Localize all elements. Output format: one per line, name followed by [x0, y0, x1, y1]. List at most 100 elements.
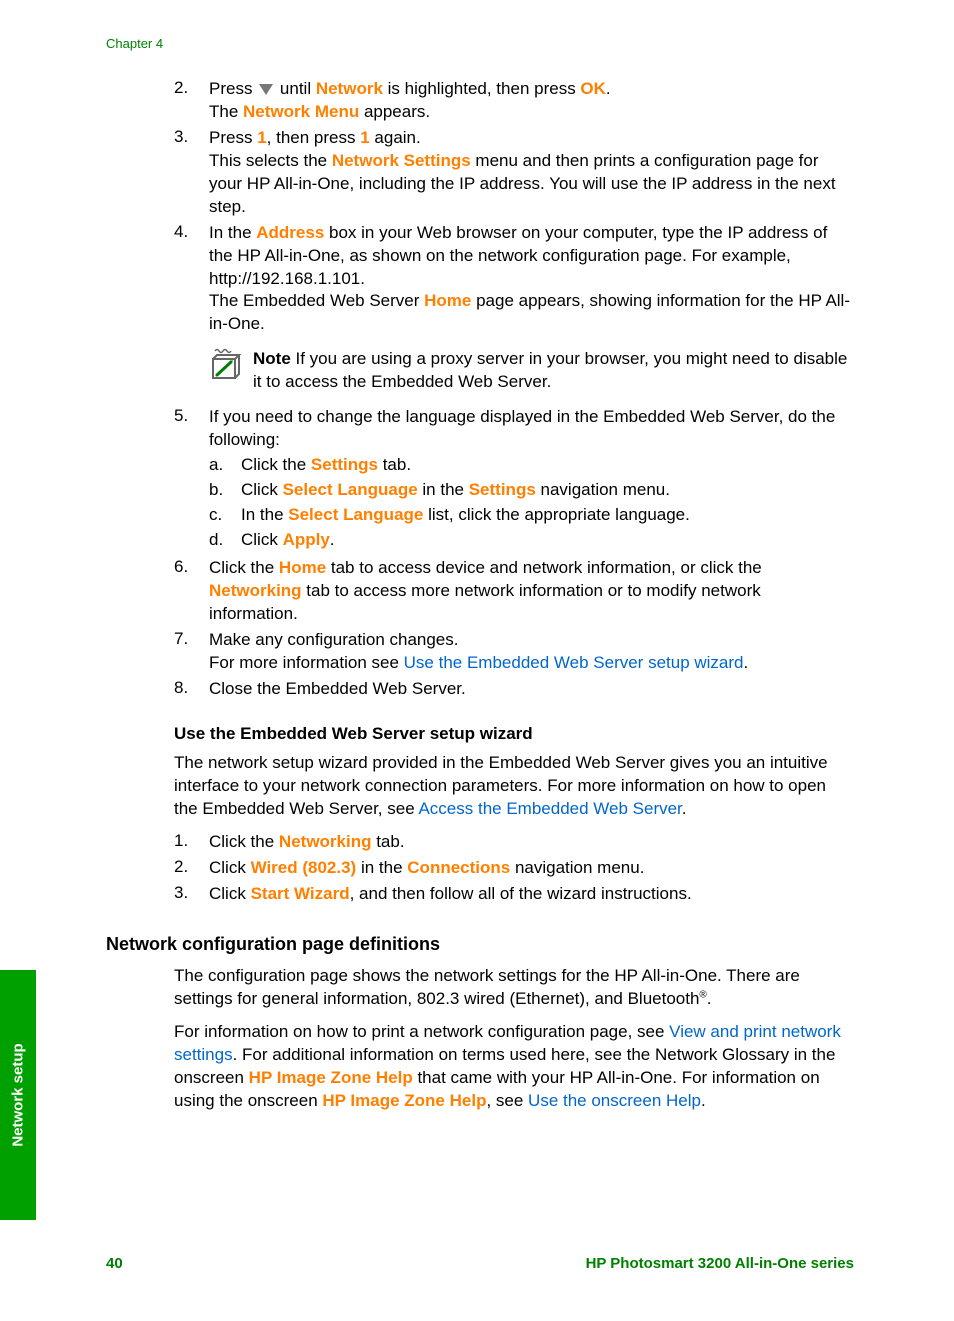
note-label: Note [253, 349, 291, 368]
side-tab: Network setup [0, 970, 36, 1220]
step-3: 3. Press 1, then press 1 again. This sel… [174, 127, 854, 219]
text: For information on how to print a networ… [174, 1022, 669, 1041]
text: , then press [267, 128, 361, 147]
substep-letter: a. [209, 454, 241, 477]
registered-mark: ® [699, 989, 706, 1000]
substep-a: a. Click the Settings tab. [209, 454, 854, 477]
substep-body: Click the Settings tab. [241, 454, 411, 477]
paragraph: The configuration page shows the network… [174, 965, 854, 1011]
substep-letter: c. [209, 504, 241, 527]
step-body: Make any configuration changes. For more… [209, 629, 854, 675]
substep-d: d. Click Apply. [209, 529, 854, 552]
text: This selects the [209, 151, 332, 170]
settings-keyword: Settings [311, 455, 378, 474]
substep-c: c. In the Select Language list, click th… [209, 504, 854, 527]
substep-body: In the Select Language list, click the a… [241, 504, 690, 527]
step-body: Click the Networking tab. [209, 831, 854, 854]
text: . [682, 799, 687, 818]
product-name: HP Photosmart 3200 All-in-One series [586, 1255, 854, 1272]
networking-keyword: Networking [209, 581, 302, 600]
text: tab. [371, 832, 404, 851]
start-wizard-keyword: Start Wizard [251, 884, 350, 903]
text: . [744, 653, 749, 672]
text: . [606, 79, 611, 98]
text: Click the [241, 455, 311, 474]
hp-image-zone-help-keyword: HP Image Zone Help [249, 1068, 413, 1087]
side-tab-label: Network setup [10, 1043, 27, 1146]
section-heading: Network configuration page definitions [106, 934, 854, 955]
substep-body: Click Select Language in the Settings na… [241, 479, 670, 502]
step-body: If you need to change the language displ… [209, 406, 854, 554]
step-body: Click the Home tab to access device and … [209, 557, 854, 626]
text: navigation menu. [510, 858, 644, 877]
substep-letter: d. [209, 529, 241, 552]
paragraph: The network setup wizard provided in the… [174, 752, 854, 821]
use-onscreen-help-link[interactable]: Use the onscreen Help [528, 1091, 701, 1110]
step-number: 3. [174, 883, 209, 906]
step-number: 7. [174, 629, 209, 675]
wired-keyword: Wired (802.3) [251, 858, 357, 877]
text: In the [209, 223, 256, 242]
text: appears. [359, 102, 430, 121]
step-8: 8. Close the Embedded Web Server. [174, 678, 854, 701]
text: navigation menu. [536, 480, 670, 499]
text: If you are using a proxy server in your … [253, 349, 847, 391]
text: In the [241, 505, 288, 524]
step-number: 3. [174, 127, 209, 219]
step-body: Click Wired (802.3) in the Connections n… [209, 857, 854, 880]
step-number: 1. [174, 831, 209, 854]
step-number: 4. [174, 222, 209, 337]
step-number: 5. [174, 406, 209, 554]
step-2: 2. Click Wired (802.3) in the Connection… [174, 857, 854, 880]
step-body: Click Start Wizard, and then follow all … [209, 883, 854, 906]
network-keyword: Network [316, 79, 383, 98]
step-4: 4. In the Address box in your Web browse… [174, 222, 854, 337]
note-text: Note If you are using a proxy server in … [253, 348, 854, 394]
instruction-list-1: 2. Press until Network is highlighted, t… [174, 78, 854, 336]
settings-keyword: Settings [469, 480, 536, 499]
text: , see [486, 1091, 528, 1110]
text: list, click the appropriate language. [423, 505, 690, 524]
text: The Embedded Web Server [209, 291, 424, 310]
text: The [209, 102, 243, 121]
text: Make any configuration changes. [209, 630, 459, 649]
ok-keyword: OK [580, 79, 606, 98]
substep-letter: b. [209, 479, 241, 502]
text: tab. [378, 455, 411, 474]
step-6: 6. Click the Home tab to access device a… [174, 557, 854, 626]
step-body: Press 1, then press 1 again. This select… [209, 127, 854, 219]
apply-keyword: Apply [283, 530, 330, 549]
note-icon [209, 348, 243, 387]
step-7: 7. Make any configuration changes. For m… [174, 629, 854, 675]
text: in the [356, 858, 407, 877]
step-3: 3. Click Start Wizard, and then follow a… [174, 883, 854, 906]
text: Click [241, 480, 283, 499]
subsection-heading: Use the Embedded Web Server setup wizard [174, 724, 854, 744]
text: Click [209, 858, 251, 877]
home-keyword: Home [279, 558, 326, 577]
step-5: 5. If you need to change the language di… [174, 406, 854, 554]
instruction-list-1-cont: 5. If you need to change the language di… [174, 406, 854, 700]
access-ews-link[interactable]: Access the Embedded Web Server [418, 799, 681, 818]
down-arrow-icon [259, 84, 273, 95]
step-body: In the Address box in your Web browser o… [209, 222, 854, 337]
text: Press [209, 128, 257, 147]
text: . [701, 1091, 706, 1110]
text: . [707, 989, 712, 1008]
text: Click [241, 530, 283, 549]
networking-keyword: Networking [279, 832, 372, 851]
home-keyword: Home [424, 291, 471, 310]
select-language-keyword: Select Language [288, 505, 423, 524]
sub-list: a. Click the Settings tab. b. Click Sele… [209, 454, 854, 552]
paragraph: For information on how to print a networ… [174, 1021, 854, 1113]
step-number: 6. [174, 557, 209, 626]
text: Press [209, 79, 257, 98]
address-keyword: Address [256, 223, 324, 242]
key-1: 1 [360, 128, 369, 147]
text: Click the [209, 832, 279, 851]
page-number: 40 [106, 1255, 123, 1272]
text: , and then follow all of the wizard inst… [350, 884, 692, 903]
step-number: 2. [174, 78, 209, 124]
text: until [275, 79, 316, 98]
ews-wizard-link[interactable]: Use the Embedded Web Server setup wizard [404, 653, 744, 672]
